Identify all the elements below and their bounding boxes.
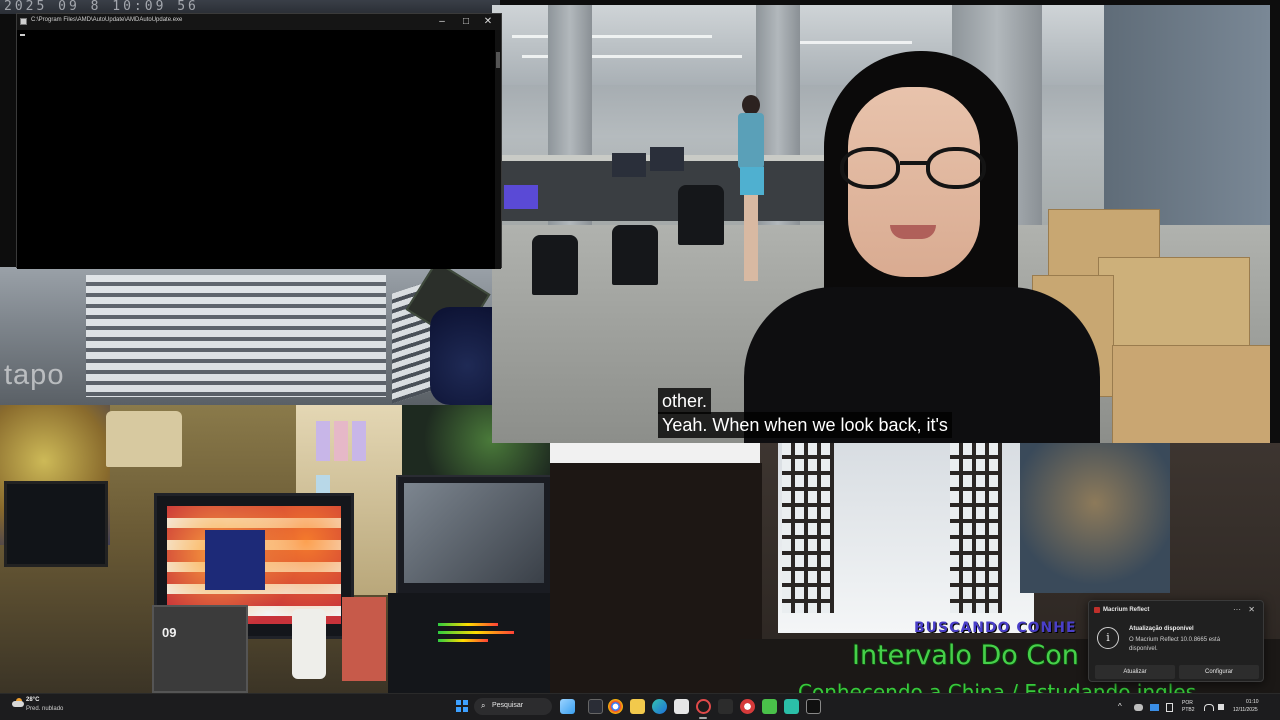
console-scrollbar[interactable] [495, 30, 501, 269]
video-player[interactable]: other. Yeah. When when we look back, it'… [492, 5, 1270, 443]
console-titlebar[interactable]: C:\Program Files\AMD\AutoUpdate\AMDAutoU… [17, 14, 501, 30]
office-chair [532, 235, 578, 295]
overlay-buscando: BUSCANDO CONHE [914, 620, 1077, 636]
mixer-meter [438, 631, 514, 634]
toast-update-button[interactable]: Atualizar [1095, 665, 1175, 679]
chrome-icon[interactable] [608, 699, 623, 714]
parked-car [430, 307, 492, 405]
console-window[interactable]: C:\Program Files\AMD\AutoUpdate\AMDAutoU… [16, 13, 502, 269]
text-cursor [20, 34, 25, 36]
weather-description[interactable]: Pred. nublado [26, 706, 63, 712]
weather-icon[interactable] [12, 698, 24, 708]
language-indicator[interactable]: POR [1182, 700, 1193, 706]
toast-close-icon[interactable]: ✕ [1248, 605, 1255, 614]
wifi-icon[interactable] [1204, 704, 1214, 711]
audio-mixer [388, 593, 550, 693]
file-explorer-icon[interactable] [630, 699, 645, 714]
search-placeholder: Pesquisar [492, 702, 524, 709]
app-green-icon[interactable] [762, 699, 777, 714]
ceiling-light [512, 35, 712, 38]
calendar-day: 09 [162, 625, 177, 640]
shelf-item [316, 421, 330, 461]
monitor-right [396, 475, 550, 595]
widgets-icon[interactable] [560, 699, 575, 714]
active-app-indicator [699, 717, 707, 719]
task-view-icon[interactable] [588, 699, 603, 714]
minimize-button[interactable]: – [431, 14, 453, 30]
maximize-button[interactable]: □ [455, 14, 477, 30]
ceiling-light [792, 41, 912, 44]
cardboard-box [1112, 345, 1270, 443]
app-red-icon[interactable] [740, 699, 755, 714]
glasses [840, 147, 990, 191]
door-panel-right [950, 443, 1002, 613]
door-panel-left [782, 443, 834, 613]
toast-message: O Macrium Reflect 10.0.8665 está disponí… [1129, 637, 1221, 652]
mixer-meter [438, 639, 488, 642]
toast-more-icon[interactable]: ··· [1233, 605, 1241, 614]
taskbar-time[interactable]: 01:10 [1246, 699, 1259, 705]
start-button[interactable] [456, 700, 468, 712]
dark-corner [550, 463, 762, 693]
app-capcut-icon[interactable] [806, 699, 821, 714]
weather-temperature[interactable]: 28°C [26, 697, 39, 703]
tray-app-icon[interactable] [1150, 704, 1159, 711]
desk-screen [650, 147, 684, 171]
console-app-icon [20, 18, 27, 25]
subtitle-line-1: other. [658, 388, 712, 414]
toast-title: Atualização disponível [1129, 626, 1194, 632]
volume-icon[interactable] [1218, 704, 1224, 710]
taskbar-search[interactable]: ⌕ Pesquisar [474, 698, 552, 715]
red-box [342, 597, 386, 681]
tray-chevron-icon[interactable]: ^ [1118, 702, 1122, 711]
camera-feed-window-gate: tapo [0, 267, 492, 405]
update-notification[interactable]: Macrium Reflect ··· ✕ i Atualização disp… [1088, 600, 1264, 682]
terminal-icon[interactable] [718, 699, 733, 714]
office-chair [678, 185, 724, 245]
graffiti-door-wall [1020, 443, 1170, 593]
tray-cloud-icon[interactable] [1134, 704, 1143, 711]
mixer-meter [438, 623, 498, 626]
console-scrollbar-thumb[interactable] [496, 52, 500, 68]
presenter [744, 51, 1100, 443]
monitor-right-screen [404, 483, 544, 583]
search-icon: ⌕ [481, 701, 486, 710]
close-button[interactable]: ✕ [477, 14, 499, 30]
presenter-mouth [890, 225, 936, 239]
office-chair [612, 225, 658, 285]
flag-canton [205, 530, 265, 590]
white-strip [550, 443, 760, 463]
window-blinds [86, 275, 386, 397]
app-teal-icon[interactable] [784, 699, 799, 714]
console-title: C:\Program Files\AMD\AutoUpdate\AMDAutoU… [31, 17, 183, 23]
bottle [292, 609, 326, 679]
camera-clock-overlay: 2025 09 8 10:09 56 [4, 0, 199, 14]
toast-configure-button[interactable]: Configurar [1179, 665, 1259, 679]
taskbar: 28°C Pred. nublado ⌕ Pesquisar ^ POR PTB… [0, 693, 1280, 720]
info-icon: i [1097, 627, 1119, 649]
macrium-icon [1094, 607, 1100, 613]
keyboard-layout[interactable]: PTB2 [1182, 707, 1195, 713]
tapo-watermark: tapo [4, 359, 65, 391]
desk-screen [612, 153, 646, 177]
edge-icon[interactable] [652, 699, 667, 714]
store-icon[interactable] [674, 699, 689, 714]
console-output[interactable] [17, 30, 501, 269]
obs-icon[interactable] [696, 699, 711, 714]
tray-security-icon[interactable] [1166, 703, 1173, 712]
desk-screen [504, 185, 538, 209]
overlay-intervalo: Intervalo Do Con [852, 640, 1079, 671]
lamp-shade [106, 411, 182, 467]
shelf-item [352, 421, 366, 461]
desk-calendar: 09 [152, 605, 248, 693]
subtitle-line-2: Yeah. When when we look back, it's [658, 412, 952, 438]
camera-feed-room: 09 [0, 405, 550, 693]
toast-app-name: Macrium Reflect [1103, 607, 1150, 613]
monitor-left [4, 481, 108, 567]
taskbar-date[interactable]: 12/11/2025 [1233, 707, 1258, 713]
shelf-item [334, 421, 348, 461]
